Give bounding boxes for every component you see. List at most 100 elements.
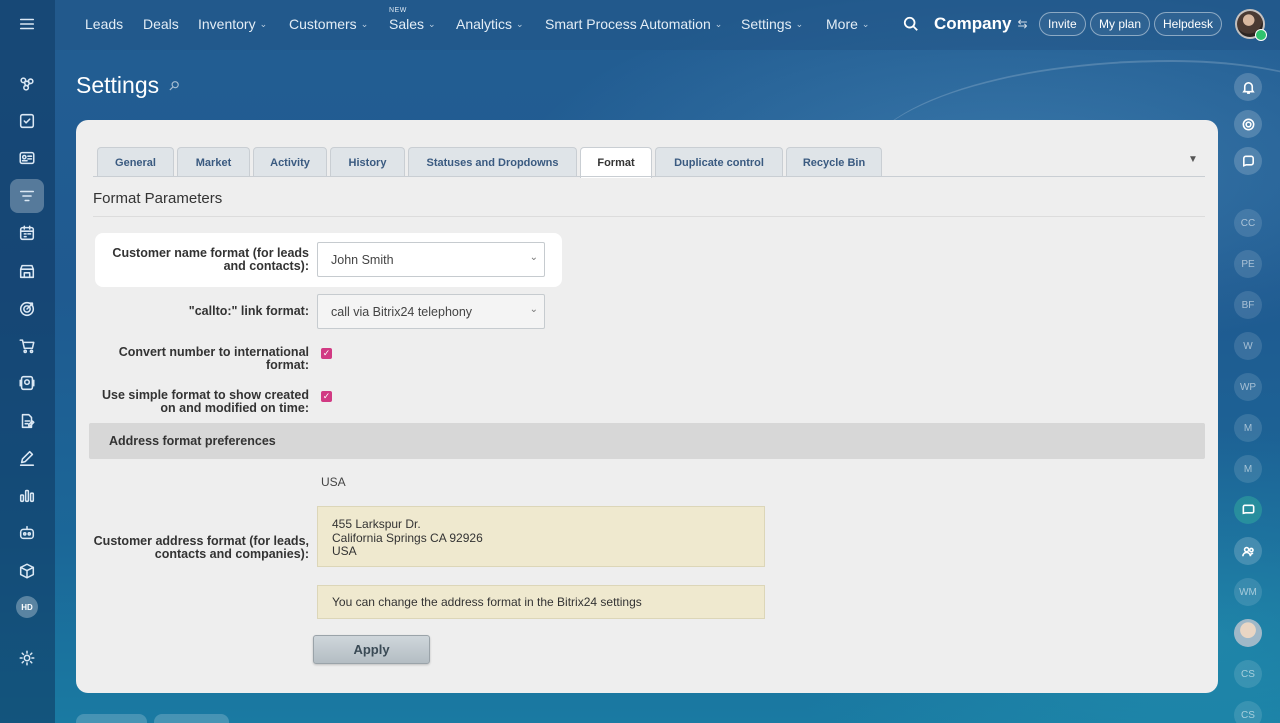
my-plan-button[interactable]: My plan — [1090, 12, 1151, 36]
bottom-button[interactable] — [76, 714, 147, 723]
notifications-icon[interactable] — [1234, 73, 1262, 101]
nav-analytics-label: Analytics — [456, 16, 513, 32]
filter-icon[interactable] — [10, 179, 44, 213]
tab-recycle-bin[interactable]: Recycle Bin — [786, 147, 882, 177]
tab-duplicate-control[interactable]: Duplicate control — [655, 147, 783, 177]
user-avatar[interactable] — [1235, 9, 1267, 41]
nav-leads[interactable]: Leads — [85, 16, 123, 32]
address-line: California Springs CA 92926 — [332, 530, 483, 545]
avatar[interactable]: BF — [1234, 291, 1262, 319]
online-status-icon — [1255, 29, 1267, 41]
avatar[interactable]: WM — [1234, 578, 1262, 606]
tab-activity[interactable]: Activity — [253, 147, 327, 177]
invite-button[interactable]: Invite — [1039, 12, 1086, 36]
nav-inventory[interactable]: Inventory ⌄ — [198, 16, 267, 32]
target-icon[interactable] — [10, 292, 44, 326]
name-format-select[interactable]: John Smith ⌄ — [317, 242, 545, 277]
tab-format[interactable]: Format — [580, 147, 652, 178]
chevron-down-icon: ⌄ — [529, 304, 538, 315]
name-format-value: John Smith — [331, 252, 394, 267]
address-info-note: You can change the address format in the… — [317, 585, 765, 619]
tasks-icon[interactable] — [10, 104, 44, 138]
settings-panel: General Market Activity History Statuses… — [76, 120, 1218, 693]
avatar[interactable]: CS — [1234, 660, 1262, 688]
tab-label: Market — [195, 156, 232, 169]
invite-label: Invite — [1048, 17, 1077, 31]
simple-time-checkbox[interactable]: ✓ — [321, 391, 332, 402]
nav-inventory-label: Inventory — [198, 16, 256, 32]
chevron-down-icon: ⌄ — [259, 18, 268, 29]
section-title: Format Parameters — [93, 190, 223, 207]
store-icon[interactable] — [10, 254, 44, 288]
nav-more[interactable]: More ⌄ — [826, 16, 869, 32]
tab-history[interactable]: History — [330, 147, 405, 177]
chevron-down-icon: ⌄ — [360, 18, 369, 29]
section-divider — [93, 216, 1205, 217]
avatar[interactable]: W — [1234, 332, 1262, 360]
convert-number-checkbox[interactable]: ✓ — [321, 348, 332, 359]
company-name: Company — [934, 14, 1012, 33]
copilot-icon[interactable] — [1234, 110, 1262, 138]
avatar[interactable]: PE — [1234, 250, 1262, 278]
chevron-down-icon: ⌄ — [861, 18, 870, 29]
callto-select[interactable]: call via Bitrix24 telephony ⌄ — [317, 294, 545, 329]
calendar-icon[interactable] — [10, 216, 44, 250]
terminal-icon[interactable] — [10, 366, 44, 400]
search-icon[interactable] — [903, 16, 923, 36]
menu-icon[interactable] — [10, 7, 44, 41]
group-chat-icon[interactable] — [1234, 496, 1262, 524]
chevron-down-icon: ⌄ — [529, 252, 538, 263]
nav-settings[interactable]: Settings ⌄ — [741, 16, 803, 32]
box-icon[interactable] — [10, 554, 44, 588]
nav-settings-label: Settings — [741, 16, 792, 32]
apply-button[interactable]: Apply — [313, 635, 430, 664]
tab-label: Duplicate control — [674, 156, 764, 169]
helpdesk-button-label: Helpdesk — [1163, 17, 1214, 31]
tab-statuses-and-dropdowns[interactable]: Statuses and Dropdowns — [408, 147, 577, 177]
nav-customers[interactable]: Customers ⌄ — [289, 16, 368, 32]
nav-deals[interactable]: Deals — [143, 16, 179, 32]
document-icon[interactable] — [10, 404, 44, 438]
sign-icon[interactable] — [10, 441, 44, 475]
tabs-more-icon[interactable]: ▼ — [1188, 154, 1198, 165]
chevron-down-icon: ⌄ — [428, 18, 436, 29]
nav-smart-process-automation[interactable]: Smart Process Automation ⌄ — [545, 16, 722, 32]
avatar[interactable]: WP — [1234, 373, 1262, 401]
crm-icon[interactable] — [10, 67, 44, 101]
tab-market[interactable]: Market — [177, 147, 250, 177]
avatar[interactable]: M — [1234, 414, 1262, 442]
nav-customers-label: Customers — [289, 16, 357, 32]
nav-sales[interactable]: NEW Sales ⌄ — [389, 7, 436, 32]
page-title-text: Settings — [76, 72, 160, 98]
avatar[interactable]: CC — [1234, 209, 1262, 237]
country-value: USA — [321, 475, 346, 489]
analytics-icon[interactable] — [10, 478, 44, 512]
nav-analytics[interactable]: Analytics ⌄ — [456, 16, 524, 32]
tab-general[interactable]: General — [97, 147, 174, 177]
nav-more-label: More — [826, 16, 858, 32]
chat-icon[interactable] — [1234, 147, 1262, 175]
my-plan-label: My plan — [1099, 17, 1142, 31]
avatar-photo[interactable] — [1234, 619, 1262, 647]
callto-label: "callto:" link format: — [188, 304, 309, 318]
avatar[interactable]: CS — [1234, 701, 1262, 723]
helpdesk-button[interactable]: Helpdesk — [1154, 12, 1223, 36]
simple-time-label: Use simple format to show created on and… — [101, 388, 309, 415]
bottom-button[interactable] — [154, 714, 229, 723]
avatar[interactable]: M — [1234, 455, 1262, 483]
settings-icon[interactable] — [10, 641, 44, 675]
address-info-text: You can change the address format in the… — [332, 595, 642, 609]
address-line: USA — [332, 544, 357, 558]
swap-icon: ⇆ — [1017, 17, 1028, 31]
company-switcher[interactable]: Company ⇆ — [934, 14, 1028, 34]
helpdesk-icon[interactable]: HD — [10, 590, 44, 624]
robot-icon[interactable] — [10, 516, 44, 550]
apply-label: Apply — [353, 642, 390, 657]
group-icon[interactable] — [1234, 537, 1262, 565]
page-title: Settings ⚲ — [76, 72, 183, 99]
chevron-down-icon: ⌄ — [795, 18, 804, 29]
nav-spa-label: Smart Process Automation — [545, 16, 711, 32]
cart-icon[interactable] — [10, 329, 44, 363]
contacts-icon[interactable] — [10, 141, 44, 175]
helpdesk-label: HD — [16, 596, 38, 618]
